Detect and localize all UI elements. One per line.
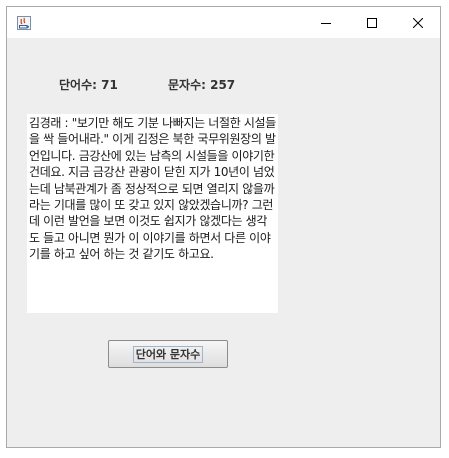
maximize-icon	[367, 13, 377, 32]
count-words-chars-button[interactable]: 단어와 문자수	[108, 340, 228, 368]
minimize-button[interactable]	[303, 7, 349, 38]
count-button-label: 단어와 문자수	[132, 345, 204, 363]
close-button[interactable]	[395, 7, 441, 38]
char-count-label: 문자수: 257	[168, 78, 236, 92]
title-bar[interactable]	[7, 7, 440, 38]
word-count-label: 단어수: 71	[59, 78, 118, 92]
maximize-button[interactable]	[349, 7, 395, 38]
app-window: 단어수: 71 문자수: 257 김경래 : "보기만 해도 기분 나빠지는 너…	[6, 6, 441, 448]
text-area[interactable]: 김경래 : "보기만 해도 기분 나빠지는 너절한 시설들을 싹 들어내라." …	[27, 114, 278, 313]
java-app-icon	[16, 15, 32, 31]
close-icon	[412, 13, 424, 32]
content-panel: 단어수: 71 문자수: 257 김경래 : "보기만 해도 기분 나빠지는 너…	[7, 38, 440, 447]
minimize-icon	[321, 13, 331, 32]
